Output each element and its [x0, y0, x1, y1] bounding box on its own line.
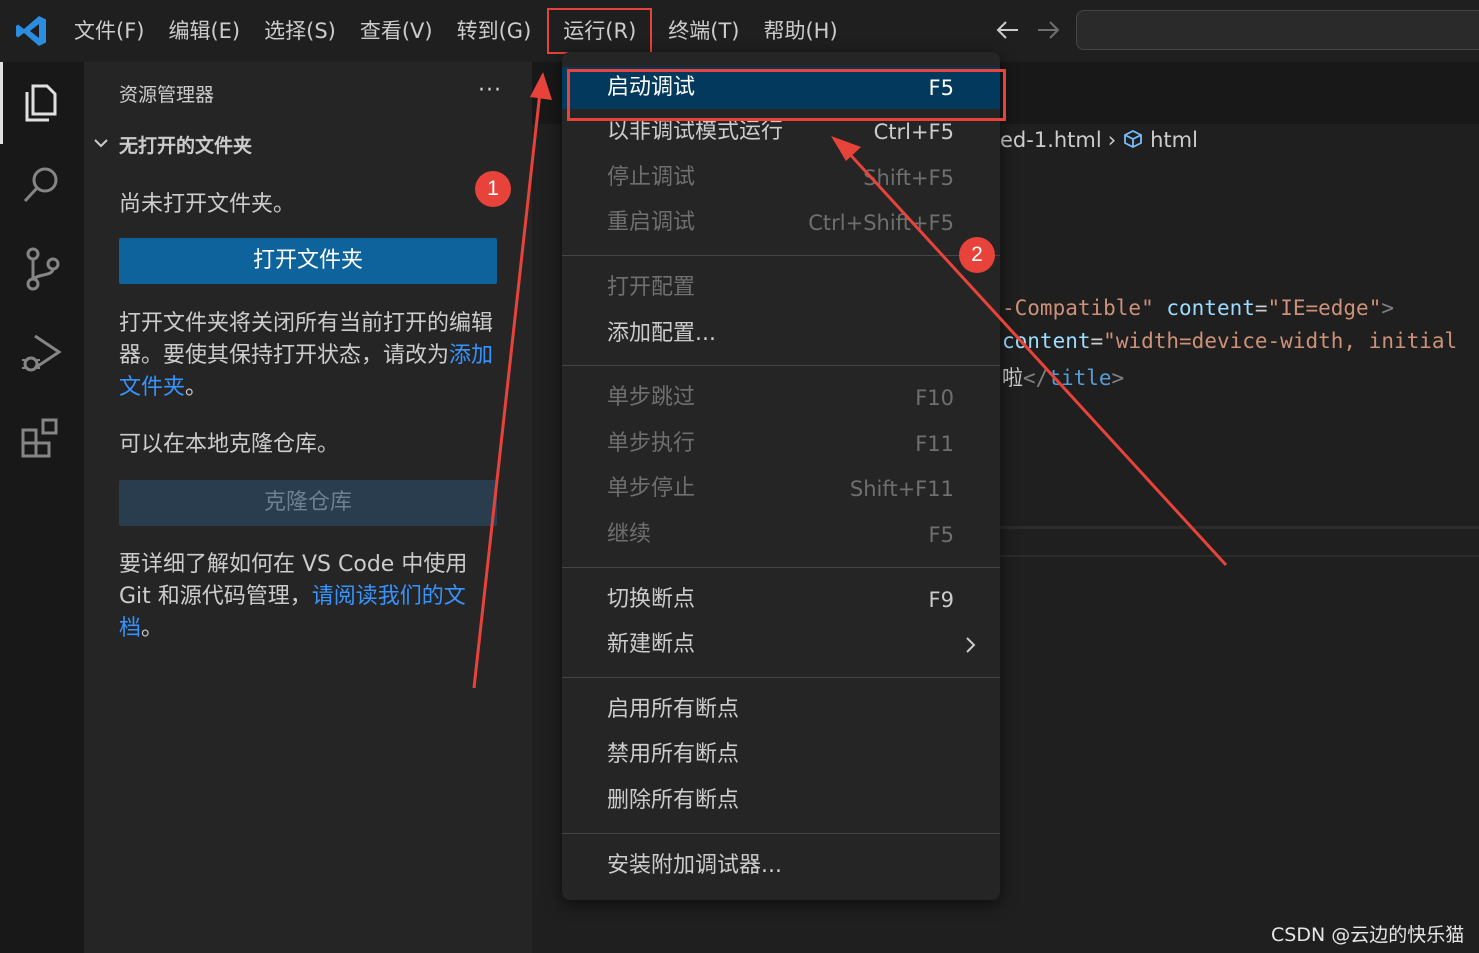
menu-run[interactable]: 运行(R): [547, 8, 653, 54]
menu-item-shortcut: Shift+F11: [849, 477, 954, 501]
menu-item-label: 禁用所有断点: [607, 742, 740, 767]
source-control-icon[interactable]: [17, 244, 67, 294]
menu-item-shortcut: Ctrl+Shift+F5: [808, 211, 954, 235]
menu-item-add-configuration[interactable]: 添加配置...: [562, 313, 1000, 355]
menu-item-step-out: 单步停止 Shift+F11: [562, 468, 1000, 510]
run-debug-icon[interactable]: [17, 328, 67, 378]
annotation-badge-2: 2: [959, 237, 995, 273]
clone-repository-button[interactable]: 克隆仓库: [119, 480, 497, 526]
menu-view[interactable]: 查看(V): [348, 0, 445, 62]
clone-message: 可以在本地克隆仓库。: [119, 432, 340, 457]
more-actions-icon[interactable]: ···: [478, 78, 502, 103]
search-icon[interactable]: [17, 160, 67, 210]
code-punctuation: =: [1254, 296, 1268, 320]
code-text: 啦: [1002, 366, 1023, 390]
menu-separator: [562, 567, 1000, 568]
sidebar-title: 资源管理器: [119, 84, 215, 106]
watermark: CSDN @云边的快乐猫: [1271, 924, 1465, 946]
code-line[interactable]: content="width=device-width, initial: [1002, 329, 1457, 353]
code-attribute: content: [1002, 329, 1091, 353]
menu-separator: [562, 365, 1000, 366]
open-folder-desc-end: 。: [185, 375, 208, 400]
arrow-left-icon[interactable]: [994, 16, 1022, 44]
menu-item-remove-all-breakpoints[interactable]: 删除所有断点: [562, 780, 1000, 822]
menu-item-continue: 继续 F5: [562, 514, 1000, 556]
learn-more-end: 。: [141, 616, 164, 641]
code-tag: title: [1048, 366, 1112, 390]
breadcrumb-symbol[interactable]: html: [1150, 128, 1198, 152]
menu-item-label: 添加配置...: [607, 321, 716, 346]
breadcrumb-file[interactable]: ed-1.html: [1000, 128, 1102, 152]
code-punctuation: =: [1090, 329, 1104, 353]
panel-divider: [1000, 555, 1479, 557]
extensions-icon[interactable]: [17, 414, 67, 464]
code-line[interactable]: -Compatible" content="IE=edge">: [1002, 296, 1394, 320]
menu-item-label: 打开配置: [607, 275, 696, 300]
code-string: "IE=edge": [1267, 296, 1382, 320]
menu-item-step-over: 单步跳过 F10: [562, 377, 1000, 419]
menu-item-label: 单步停止: [607, 476, 696, 501]
open-folder-desc-text: 打开文件夹将关闭所有当前打开的编辑器。要使其保持打开状态，请改为: [119, 311, 494, 368]
menu-separator: [562, 255, 1000, 256]
section-title[interactable]: 无打开的文件夹: [119, 131, 252, 158]
menu-item-shortcut: F11: [915, 432, 954, 456]
menu-item-disable-all-breakpoints[interactable]: 禁用所有断点: [562, 734, 1000, 776]
breadcrumb-separator-icon: ›: [1107, 128, 1117, 152]
vscode-logo-icon[interactable]: [14, 14, 48, 48]
menu-item-label: 继续: [607, 522, 652, 547]
menu-file[interactable]: 文件(F): [62, 0, 156, 62]
menu-item-label: 停止调试: [607, 165, 696, 190]
code-attribute: content: [1166, 296, 1255, 320]
chevron-right-icon: [966, 637, 976, 653]
menu-item-label: 单步执行: [607, 431, 696, 456]
menu-item-shortcut: F9: [928, 588, 954, 612]
menu-item-restart-debugging: 重启调试 Ctrl+Shift+F5: [562, 202, 1000, 244]
menu-item-new-breakpoint[interactable]: 新建断点: [562, 624, 1000, 666]
code-string: "width=device-width, initial: [1103, 329, 1458, 353]
code-tag-bracket: >: [1111, 366, 1125, 390]
menu-item-label: 启用所有断点: [607, 697, 740, 722]
code-string: -Compatible": [1002, 296, 1154, 320]
menu-item-shortcut: Shift+F5: [863, 166, 954, 190]
menu-item-install-debuggers[interactable]: 安装附加调试器...: [562, 845, 1000, 887]
menu-item-step-into: 单步执行 F11: [562, 423, 1000, 465]
menu-item-label: 新建断点: [607, 632, 696, 657]
menu-item-toggle-breakpoint[interactable]: 切换断点 F9: [562, 579, 1000, 621]
menu-item-shortcut: F10: [915, 386, 954, 410]
chevron-down-icon[interactable]: [92, 134, 110, 152]
panel-divider: [1000, 526, 1479, 529]
menu-separator: [562, 833, 1000, 834]
no-folder-message: 尚未打开文件夹。: [119, 192, 296, 217]
menu-item-label: 删除所有断点: [607, 788, 740, 813]
menu-item-enable-all-breakpoints[interactable]: 启用所有断点: [562, 689, 1000, 731]
code-tag-bracket: </: [1023, 366, 1049, 390]
annotation-badge-1: 1: [475, 171, 511, 207]
arrow-right-icon[interactable]: [1034, 16, 1062, 44]
symbol-element-icon: [1124, 129, 1143, 149]
explorer-icon[interactable]: [17, 76, 67, 126]
open-folder-button[interactable]: 打开文件夹: [119, 238, 497, 284]
menu-item-open-configurations: 打开配置: [562, 267, 1000, 309]
menu-edit[interactable]: 编辑(E): [156, 0, 252, 62]
menu-item-label: 重启调试: [607, 210, 696, 235]
menu-item-label: 安装附加调试器...: [607, 853, 782, 878]
active-view-indicator: [0, 62, 3, 144]
command-center-search[interactable]: [1076, 10, 1479, 50]
menu-item-shortcut: F5: [928, 523, 954, 547]
menu-item-stop-debugging: 停止调试 Shift+F5: [562, 157, 1000, 199]
menu-go[interactable]: 转到(G): [445, 0, 544, 62]
menu-item-label: 切换断点: [607, 587, 696, 612]
learn-more-text: 要详细了解如何在 VS Code 中使用 Git 和源代码管理，请阅读我们的文档…: [119, 549, 489, 645]
open-folder-description: 打开文件夹将关闭所有当前打开的编辑器。要使其保持打开状态，请改为添加文件夹。: [119, 308, 499, 404]
menu-separator: [562, 677, 1000, 678]
code-line[interactable]: 啦</title>: [1002, 362, 1124, 392]
menu-selection[interactable]: 选择(S): [252, 0, 348, 62]
run-menu-dropdown: 启动调试 F5 以非调试模式运行 Ctrl+F5 停止调试 Shift+F5 重…: [562, 52, 1000, 900]
annotation-highlight-box: [567, 69, 1006, 121]
activity-bar: [0, 62, 84, 953]
menu-item-label: 单步跳过: [607, 385, 696, 410]
code-tag-bracket: >: [1381, 296, 1394, 320]
breadcrumb: ed-1.html › html: [1000, 128, 1198, 152]
